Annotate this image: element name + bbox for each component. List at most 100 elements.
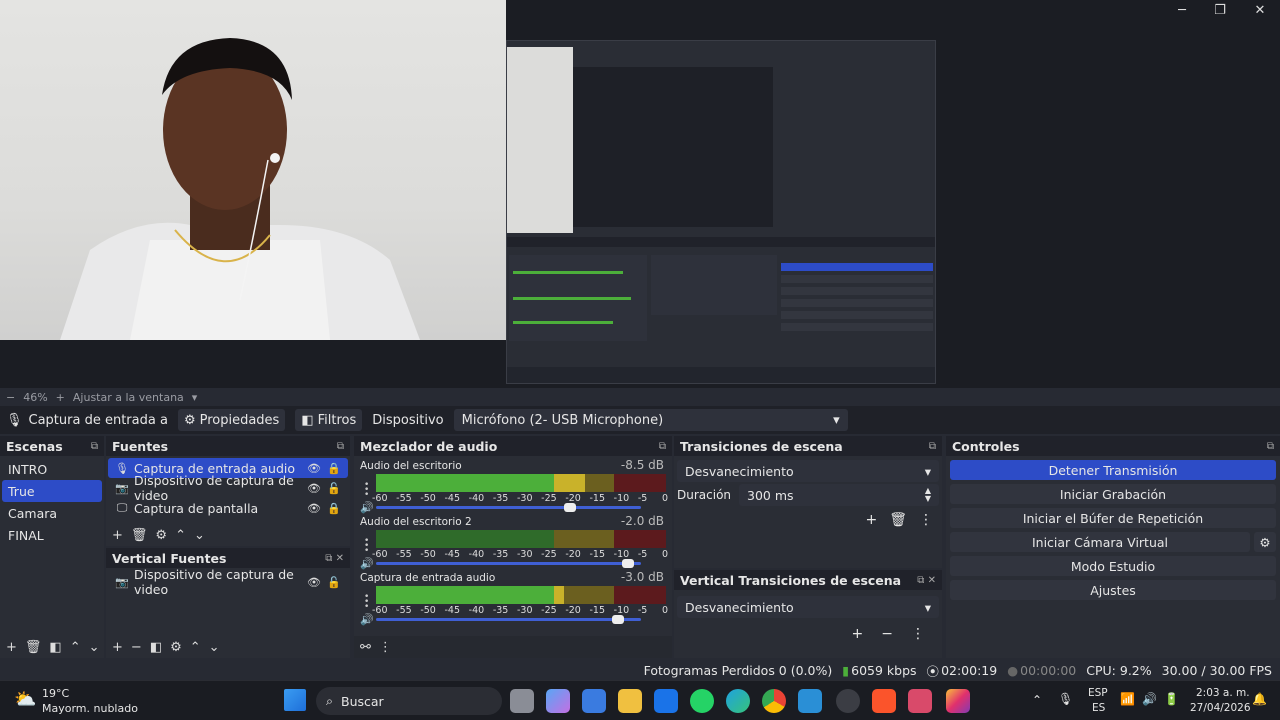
lock-icon[interactable]: 🔒 <box>326 502 342 515</box>
eye-icon[interactable]: 👁 <box>306 502 322 515</box>
clock-time[interactable]: 2:03 a. m. <box>1196 687 1250 699</box>
transition-select[interactable]: Desvanecimiento ▾ <box>677 460 939 482</box>
device-select[interactable]: Micrófono (2- USB Microphone) ▾ <box>453 409 848 431</box>
undock-icon[interactable]: ⧉ ✕ <box>917 575 936 586</box>
gear-icon[interactable]: ⚙ <box>155 528 167 543</box>
store-icon[interactable] <box>582 689 606 713</box>
unlock-icon[interactable]: 🔓 <box>326 482 342 495</box>
minimize-button[interactable]: ─ <box>1162 0 1202 20</box>
filter-icon[interactable]: ◧ <box>150 640 162 655</box>
eye-icon[interactable]: 👁 <box>306 462 322 475</box>
lang-primary[interactable]: ESP <box>1088 687 1108 699</box>
add-icon[interactable]: + <box>112 640 123 655</box>
wifi-icon[interactable]: 📶 <box>1120 692 1135 706</box>
duration-spinbox[interactable]: 300 ms ▲ ▼ <box>739 484 939 506</box>
maximize-button[interactable]: ❐ <box>1200 0 1240 20</box>
app-icon[interactable] <box>908 689 932 713</box>
undock-icon[interactable]: ⧉ <box>337 441 344 452</box>
volume-slider[interactable] <box>376 503 641 512</box>
undock-icon[interactable]: ⧉ <box>659 441 666 452</box>
microphone-icon[interactable]: 🎙 <box>1058 692 1073 706</box>
unlock-icon[interactable]: 🔓 <box>326 576 342 589</box>
scene-item[interactable]: True <box>2 480 102 502</box>
preview-canvas[interactable] <box>0 0 1280 388</box>
add-icon[interactable]: + <box>852 626 864 642</box>
copilot-icon[interactable] <box>546 689 570 713</box>
undock-icon[interactable]: ⧉ <box>91 441 98 452</box>
chevron-down-icon[interactable]: ⌄ <box>89 640 100 655</box>
notification-icon[interactable]: 🔔 <box>1252 692 1267 706</box>
chevron-up-icon[interactable]: ⌃ <box>175 528 186 543</box>
undock-icon[interactable]: ⧉ <box>929 441 936 452</box>
undock-icon[interactable]: ⧉ <box>1267 441 1274 452</box>
menu-icon[interactable]: • • • <box>364 537 369 556</box>
lock-icon[interactable]: 🔒 <box>326 462 342 475</box>
volume-knob[interactable] <box>564 503 577 512</box>
filter-icon[interactable]: ◧ <box>49 640 61 655</box>
scene-item[interactable]: INTRO <box>2 458 102 480</box>
vertical-transition-select[interactable]: Desvanecimiento ▾ <box>677 596 939 618</box>
volume-slider[interactable] <box>376 559 641 568</box>
stop-stream-button[interactable]: Detener Transmisión <box>950 460 1276 480</box>
windows-start-icon[interactable] <box>284 689 306 711</box>
taskbar-search[interactable]: ⌕ Buscar <box>316 687 502 715</box>
start-virtual-camera-button[interactable]: Iniciar Cámara Virtual <box>950 532 1250 552</box>
filters-button[interactable]: ◧ Filtros <box>295 409 363 431</box>
volume-icon[interactable]: 🔊 <box>1142 692 1157 706</box>
source-item[interactable]: 📷 Dispositivo de captura de video 👁 🔓 <box>108 567 348 597</box>
brave-icon[interactable] <box>872 689 896 713</box>
chevron-up-icon[interactable]: ⌃ <box>70 640 81 655</box>
add-icon[interactable]: + <box>6 640 17 655</box>
whatsapp-icon[interactable] <box>690 689 714 713</box>
instagram-icon[interactable] <box>946 689 970 713</box>
settings-button[interactable]: Ajustes <box>950 580 1276 600</box>
volume-slider[interactable] <box>376 615 641 624</box>
volume-knob[interactable] <box>622 559 635 568</box>
battery-icon[interactable]: 🔋 <box>1164 692 1179 706</box>
chevron-up-icon[interactable]: ⌃ <box>1032 693 1042 707</box>
chevron-down-icon[interactable]: ⌄ <box>209 640 220 655</box>
clock-date[interactable]: 27/04/2026 <box>1190 702 1251 714</box>
eye-icon[interactable]: 👁 <box>306 482 322 495</box>
add-icon[interactable]: + <box>112 528 123 543</box>
trash-icon[interactable]: 🗑 <box>889 512 907 528</box>
gear-icon[interactable]: ⚙ <box>170 640 182 655</box>
scene-item[interactable]: Camara <box>2 502 102 524</box>
eye-icon[interactable]: 👁 <box>306 576 322 589</box>
fit-window-label[interactable]: Ajustar a la ventana <box>73 391 184 404</box>
chevron-down-icon[interactable]: ⌄ <box>194 528 205 543</box>
app-icon[interactable] <box>798 689 822 713</box>
obs-icon[interactable] <box>836 689 860 713</box>
menu-icon[interactable]: • • • <box>364 593 369 612</box>
close-button[interactable]: ✕ <box>1240 0 1280 20</box>
chrome-icon[interactable] <box>762 689 786 713</box>
chevron-down-icon[interactable]: ▾ <box>192 391 198 404</box>
task-view-icon[interactable] <box>510 689 534 713</box>
volume-knob[interactable] <box>611 615 624 624</box>
app-icon[interactable] <box>654 689 678 713</box>
trash-icon[interactable]: 🗑 <box>131 528 148 543</box>
properties-button[interactable]: ⚙ Propiedades <box>177 409 286 431</box>
menu-icon[interactable]: ⋮ <box>379 640 392 655</box>
remove-icon[interactable]: − <box>881 626 893 642</box>
start-replay-buffer-button[interactable]: Iniciar el Búfer de Repetición <box>950 508 1276 528</box>
link-icon[interactable]: ⚯ <box>360 640 371 655</box>
zoom-out-button[interactable]: − <box>6 391 15 404</box>
undock-icon[interactable]: ⧉ ✕ <box>325 553 344 564</box>
source-item[interactable]: 📷 Dispositivo de captura de video 👁 🔓 <box>108 473 348 503</box>
menu-icon[interactable]: ⋮ <box>911 626 925 642</box>
trash-icon[interactable]: 🗑 <box>25 640 42 655</box>
chevron-up-icon[interactable]: ⌃ <box>190 640 201 655</box>
add-icon[interactable]: + <box>865 512 877 528</box>
lang-secondary[interactable]: ES <box>1092 702 1105 714</box>
start-recording-button[interactable]: Iniciar Grabación <box>950 484 1276 504</box>
gear-icon[interactable]: ⚙ <box>1254 532 1276 552</box>
zoom-in-button[interactable]: + <box>56 391 65 404</box>
remove-icon[interactable]: − <box>131 640 142 655</box>
scene-item[interactable]: FINAL <box>2 524 102 546</box>
menu-icon[interactable]: • • • <box>364 481 369 500</box>
source-item[interactable]: 🖵 Captura de pantalla 👁 🔒 <box>108 498 348 518</box>
edge-icon[interactable] <box>726 689 750 713</box>
menu-icon[interactable]: ⋮ <box>919 512 933 528</box>
file-explorer-icon[interactable] <box>618 689 642 713</box>
